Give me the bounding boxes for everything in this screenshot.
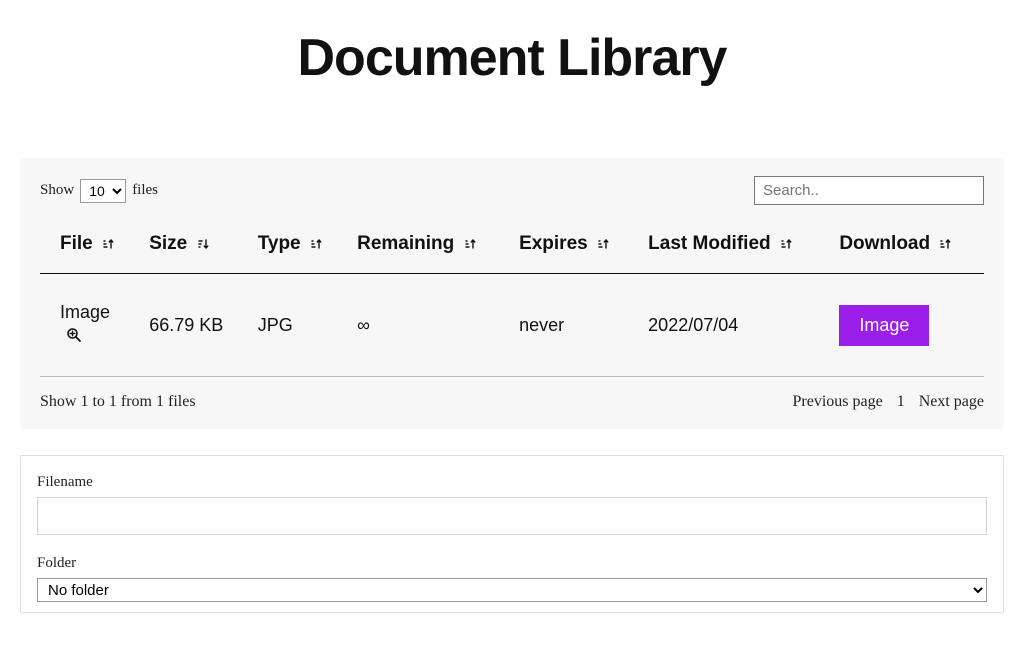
col-last-modified-label: Last Modified bbox=[648, 233, 770, 254]
show-label: Show bbox=[40, 182, 74, 199]
cell-last-modified: 2022/07/04 bbox=[638, 274, 829, 377]
col-size[interactable]: Size bbox=[139, 217, 247, 274]
col-expires[interactable]: Expires bbox=[509, 217, 638, 274]
upload-form-panel: Filename Folder No folder bbox=[20, 455, 1004, 613]
download-button[interactable]: Image bbox=[839, 305, 929, 346]
col-type[interactable]: Type bbox=[248, 217, 347, 274]
page-size-select[interactable]: 10 bbox=[80, 179, 126, 203]
sort-icon bbox=[780, 237, 794, 251]
sort-icon bbox=[310, 237, 324, 251]
files-label: files bbox=[132, 182, 158, 199]
file-cell: Image bbox=[60, 302, 129, 348]
search-input[interactable] bbox=[754, 176, 984, 205]
col-type-label: Type bbox=[258, 233, 301, 254]
col-size-label: Size bbox=[149, 233, 187, 254]
col-download-label: Download bbox=[839, 233, 930, 254]
file-name: Image bbox=[60, 302, 129, 323]
cell-size: 66.79 KB bbox=[139, 274, 247, 377]
cell-type: JPG bbox=[248, 274, 347, 377]
table-row: Image 66.79 KB J bbox=[40, 274, 984, 377]
files-table: File Size Type Remaining bbox=[40, 217, 984, 377]
prev-page-link[interactable]: Previous page bbox=[792, 393, 882, 411]
summary-text: Show 1 to 1 from 1 files bbox=[40, 393, 196, 411]
show-files-control: Show 10 files bbox=[40, 179, 158, 203]
sort-icon bbox=[464, 237, 478, 251]
page-title: Document Library bbox=[0, 28, 1024, 88]
col-file[interactable]: File bbox=[40, 217, 139, 274]
col-last-modified[interactable]: Last Modified bbox=[638, 217, 829, 274]
sort-desc-icon bbox=[197, 237, 211, 251]
col-download[interactable]: Download bbox=[829, 217, 984, 274]
search-box bbox=[754, 176, 984, 205]
sort-icon bbox=[102, 237, 116, 251]
cell-expires: never bbox=[509, 274, 638, 377]
controls-row: Show 10 files bbox=[20, 176, 1004, 217]
next-page-link[interactable]: Next page bbox=[919, 393, 984, 411]
sort-icon bbox=[939, 237, 953, 251]
filename-input[interactable] bbox=[37, 497, 987, 535]
col-expires-label: Expires bbox=[519, 233, 588, 254]
folder-select[interactable]: No folder bbox=[37, 578, 987, 602]
col-file-label: File bbox=[60, 233, 93, 254]
pager: Previous page 1 Next page bbox=[792, 393, 984, 411]
page-number: 1 bbox=[897, 393, 905, 411]
sort-icon bbox=[597, 237, 611, 251]
library-panel: Show 10 files File Size bbox=[20, 158, 1004, 429]
filename-label: Filename bbox=[37, 474, 987, 491]
cell-remaining: ∞ bbox=[347, 274, 509, 377]
zoom-icon[interactable] bbox=[60, 327, 129, 348]
table-footer: Show 1 to 1 from 1 files Previous page 1… bbox=[20, 377, 1004, 411]
col-remaining[interactable]: Remaining bbox=[347, 217, 509, 274]
folder-label: Folder bbox=[37, 555, 987, 572]
col-remaining-label: Remaining bbox=[357, 233, 454, 254]
